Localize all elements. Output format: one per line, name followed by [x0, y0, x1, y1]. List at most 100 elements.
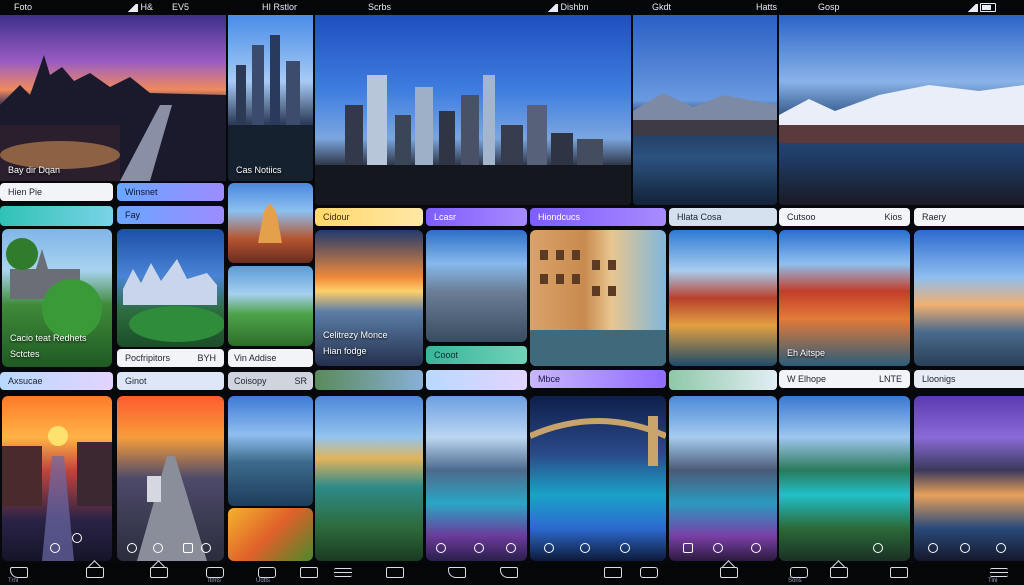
- photo-skyline-flowers[interactable]: [669, 396, 777, 561]
- home-icon[interactable]: [720, 567, 738, 578]
- share-icon[interactable]: [436, 543, 446, 553]
- cathedral-graphic: [258, 203, 282, 243]
- tag-pill[interactable]: Winsnet: [117, 183, 224, 201]
- nav-label: Sons: [788, 578, 802, 584]
- camera-icon[interactable]: [640, 567, 658, 578]
- delete-icon[interactable]: [683, 543, 693, 553]
- photo-railway-dusk[interactable]: [117, 396, 224, 561]
- favorite-icon[interactable]: [751, 543, 761, 553]
- share-icon[interactable]: [127, 543, 137, 553]
- city-skyline-graphic: [0, 55, 226, 181]
- status-app-label: Foto: [14, 2, 33, 12]
- tag-pill[interactable]: Hien Pie: [0, 183, 113, 201]
- status-label-6: Gkdt: [652, 2, 672, 12]
- photo-sea-sunset[interactable]: Celitrezy Monce Hian fodge: [315, 230, 423, 366]
- pill-value: LNTE: [878, 374, 902, 384]
- tag-pill[interactable]: Mbce: [530, 370, 666, 388]
- tag-pill[interactable]: Cutsoo Kios: [779, 208, 910, 226]
- favorite-icon[interactable]: [996, 543, 1006, 553]
- share-icon[interactable]: [50, 543, 60, 553]
- share-icon[interactable]: [928, 543, 938, 553]
- share-icon[interactable]: [713, 543, 723, 553]
- menu-icon[interactable]: [990, 568, 1008, 577]
- tag-pill[interactable]: Cooot: [426, 346, 527, 364]
- photo-downtown-towers[interactable]: [315, 15, 631, 205]
- photo-snow-mountains[interactable]: [779, 15, 1024, 205]
- pill-text: Cutsoo: [787, 212, 816, 222]
- photo-blue-palace[interactable]: [117, 229, 224, 347]
- photo-coast-rocks[interactable]: [426, 230, 527, 342]
- photo-green-castle[interactable]: Cacio teat Redhets Sctctes: [2, 229, 112, 367]
- tag-pill[interactable]: Axsucae: [0, 372, 113, 390]
- tag-pill[interactable]: Hlata Cosa: [669, 208, 777, 226]
- photo-green-field[interactable]: [228, 266, 313, 346]
- home-icon[interactable]: [86, 567, 104, 578]
- photo-city-reflection[interactable]: [426, 396, 527, 561]
- tag-pill[interactable]: Hiondcucs: [530, 208, 666, 226]
- tag-pill[interactable]: Vin Addise: [228, 349, 313, 367]
- photo-river-bridge[interactable]: [228, 396, 313, 506]
- share-icon[interactable]: [544, 543, 554, 553]
- tag-pill[interactable]: Coisopy SR: [228, 372, 313, 390]
- photo-turquoise-lake[interactable]: [779, 396, 910, 561]
- photo-night-bridge[interactable]: [530, 396, 666, 561]
- battery-icon: [980, 3, 996, 13]
- tag-pill[interactable]: Cidour: [315, 208, 423, 226]
- tag-pill[interactable]: Raery: [914, 208, 1024, 226]
- photo-skyline-day[interactable]: Cas Notiics: [228, 15, 313, 181]
- favorite-icon[interactable]: [873, 543, 883, 553]
- signal-icon: [126, 3, 138, 12]
- photo-old-facades[interactable]: [530, 230, 666, 366]
- tag-pill[interactable]: Ginot: [117, 372, 224, 390]
- square-icon[interactable]: [386, 567, 404, 578]
- photo-red-houses[interactable]: [669, 230, 777, 366]
- photo-mountain-lake[interactable]: [633, 15, 777, 205]
- status-label-2: EV5: [172, 2, 190, 12]
- tag-pill-color[interactable]: [426, 370, 527, 390]
- edit-icon[interactable]: [580, 543, 590, 553]
- edit-icon[interactable]: [72, 533, 82, 543]
- tag-pill[interactable]: Lloonigs: [914, 370, 1024, 388]
- photo-city-night[interactable]: Bay dir Dqan: [0, 15, 226, 181]
- folder-icon[interactable]: [604, 567, 622, 578]
- pill-value: BYH: [197, 353, 216, 363]
- home-icon[interactable]: [830, 567, 848, 578]
- edit-icon[interactable]: [474, 543, 484, 553]
- tile-label: Cacio teat Redhets: [10, 333, 87, 343]
- favorite-icon[interactable]: [201, 543, 211, 553]
- tag-pill[interactable]: Fay: [117, 206, 224, 224]
- favorite-icon[interactable]: [620, 543, 630, 553]
- tag-pill-color[interactable]: [0, 206, 113, 226]
- camera-icon[interactable]: [206, 567, 224, 578]
- status-label-8: Gosp: [818, 2, 840, 12]
- tag-pill-color[interactable]: [669, 370, 777, 390]
- edit-icon[interactable]: [153, 543, 163, 553]
- facades-graphic: [530, 250, 666, 366]
- photo-autumn[interactable]: [228, 508, 313, 561]
- share-icon[interactable]: [500, 567, 518, 578]
- photo-cathedral[interactable]: [228, 183, 313, 263]
- photo-sky-clouds[interactable]: [914, 230, 1024, 366]
- back-icon[interactable]: [448, 567, 466, 578]
- edit-icon[interactable]: [960, 543, 970, 553]
- status-icons: [966, 0, 996, 15]
- delete-icon[interactable]: [183, 543, 193, 553]
- photo-red-hall[interactable]: Eh Aitspe: [779, 230, 910, 366]
- menu-icon[interactable]: [334, 568, 352, 577]
- photo-sunset-canal[interactable]: [2, 396, 112, 561]
- gallery-icon[interactable]: [790, 567, 808, 578]
- tag-pill[interactable]: W Elhope LNTE: [779, 370, 910, 388]
- photo-night-city[interactable]: [914, 396, 1024, 561]
- back-icon[interactable]: [10, 567, 28, 578]
- square-icon[interactable]: [890, 567, 908, 578]
- home-icon[interactable]: [150, 567, 168, 578]
- gallery-icon[interactable]: [258, 567, 276, 578]
- favorite-icon[interactable]: [506, 543, 516, 553]
- tag-pill[interactable]: Pocfripitors BYH: [117, 349, 224, 367]
- tag-pill-color[interactable]: [315, 370, 423, 390]
- photo-lagoon[interactable]: [315, 396, 423, 561]
- status-label-4: Scrbs: [368, 2, 392, 12]
- towers-graphic: [315, 75, 631, 205]
- folder-icon[interactable]: [300, 567, 318, 578]
- tag-pill[interactable]: Lcasr: [426, 208, 527, 226]
